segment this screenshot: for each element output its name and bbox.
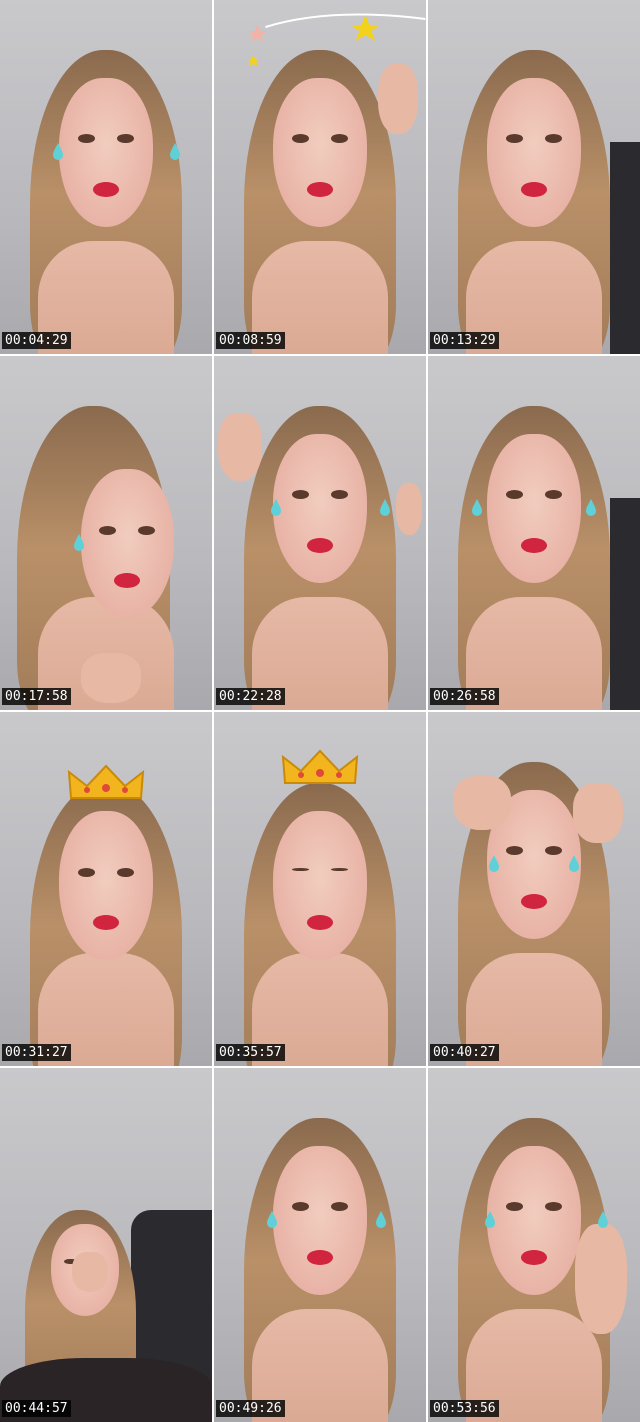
face bbox=[273, 1145, 367, 1295]
thumbnail-grid: 00:04:29 00:08:59 00:13:29 00:17:58 00:2… bbox=[0, 0, 640, 1422]
eye bbox=[138, 525, 156, 535]
tear-drops-icon bbox=[568, 854, 579, 872]
eye bbox=[78, 867, 95, 877]
frame-timestamp: 00:49:26 bbox=[216, 1400, 285, 1417]
eye bbox=[78, 134, 95, 144]
eye bbox=[117, 867, 134, 877]
video-frame-9: 00:40:27 bbox=[428, 712, 640, 1066]
tear-drops-icon bbox=[585, 498, 596, 516]
tear-drops-icon bbox=[485, 1210, 496, 1228]
face bbox=[487, 1145, 581, 1295]
lips bbox=[306, 1249, 334, 1265]
video-frame-2: 00:08:59 bbox=[214, 0, 426, 354]
face bbox=[487, 77, 581, 227]
face bbox=[59, 77, 153, 227]
tear-drops-icon bbox=[271, 498, 282, 516]
lips bbox=[306, 537, 334, 553]
lips bbox=[92, 181, 120, 197]
eye bbox=[506, 490, 523, 500]
hand bbox=[218, 412, 263, 481]
lips bbox=[520, 893, 548, 909]
eye bbox=[545, 134, 562, 144]
face bbox=[59, 811, 153, 960]
eye bbox=[331, 1202, 348, 1212]
eye bbox=[506, 846, 523, 856]
crown-icon bbox=[281, 749, 359, 785]
frame-timestamp: 00:40:27 bbox=[430, 1044, 499, 1061]
lips bbox=[306, 915, 334, 931]
hand bbox=[377, 63, 418, 134]
eye bbox=[292, 134, 309, 144]
face bbox=[273, 433, 367, 583]
face bbox=[273, 811, 367, 960]
hand bbox=[453, 775, 512, 830]
tear-drops-icon bbox=[472, 498, 483, 516]
video-frame-8: 00:35:57 bbox=[214, 712, 426, 1066]
frame-timestamp: 00:35:57 bbox=[216, 1044, 285, 1061]
video-frame-5: 00:22:28 bbox=[214, 356, 426, 710]
eye bbox=[331, 867, 348, 871]
video-frame-7: 00:31:27 bbox=[0, 712, 212, 1066]
eye bbox=[545, 846, 562, 856]
video-frame-12: 00:53:56 bbox=[428, 1068, 640, 1422]
frame-timestamp: 00:08:59 bbox=[216, 332, 285, 349]
face bbox=[80, 469, 174, 618]
lips bbox=[114, 573, 141, 589]
tear-drops-icon bbox=[266, 1210, 277, 1228]
lips bbox=[520, 181, 548, 197]
tear-drops-icon bbox=[598, 1210, 609, 1228]
hand bbox=[395, 483, 422, 536]
lips bbox=[520, 1249, 548, 1265]
video-frame-1: 00:04:29 bbox=[0, 0, 212, 354]
face bbox=[273, 77, 367, 227]
eye bbox=[506, 1202, 523, 1212]
dark-chair bbox=[610, 141, 640, 354]
crown-icon bbox=[67, 764, 145, 799]
tear-drops-icon bbox=[52, 142, 63, 160]
lips bbox=[92, 915, 120, 931]
face bbox=[487, 433, 581, 583]
frame-timestamp: 00:26:58 bbox=[430, 688, 499, 705]
tear-drops-icon bbox=[380, 498, 391, 516]
frame-timestamp: 00:31:27 bbox=[2, 1044, 71, 1061]
tear-drops-icon bbox=[74, 534, 85, 551]
frame-timestamp: 00:53:56 bbox=[430, 1400, 499, 1417]
eye bbox=[545, 1202, 562, 1212]
frame-timestamp: 00:17:58 bbox=[2, 688, 71, 705]
eye bbox=[331, 134, 348, 144]
eye bbox=[292, 1202, 309, 1212]
hand bbox=[575, 1223, 628, 1334]
hand bbox=[80, 652, 141, 703]
hand bbox=[72, 1252, 109, 1293]
video-frame-10: 00:44:57 bbox=[0, 1068, 212, 1422]
eye bbox=[99, 525, 116, 535]
frame-timestamp: 00:13:29 bbox=[430, 332, 499, 349]
lips bbox=[306, 181, 334, 197]
video-frame-4: 00:17:58 bbox=[0, 356, 212, 710]
eye bbox=[506, 134, 523, 144]
frame-timestamp: 00:04:29 bbox=[2, 332, 71, 349]
dark-chair bbox=[610, 497, 640, 710]
video-frame-11: 00:49:26 bbox=[214, 1068, 426, 1422]
frame-timestamp: 00:44:57 bbox=[2, 1400, 71, 1417]
eye bbox=[545, 490, 562, 500]
tear-drops-icon bbox=[375, 1210, 386, 1228]
frame-timestamp: 00:22:28 bbox=[216, 688, 285, 705]
eye bbox=[331, 490, 348, 500]
lips bbox=[520, 537, 548, 553]
eye bbox=[292, 867, 309, 871]
hand bbox=[573, 782, 624, 843]
video-frame-3: 00:13:29 bbox=[428, 0, 640, 354]
eye bbox=[117, 134, 134, 144]
eye bbox=[292, 490, 309, 500]
tear-drops-icon bbox=[170, 142, 181, 160]
tear-drops-icon bbox=[489, 854, 500, 872]
video-frame-6: 00:26:58 bbox=[428, 356, 640, 710]
